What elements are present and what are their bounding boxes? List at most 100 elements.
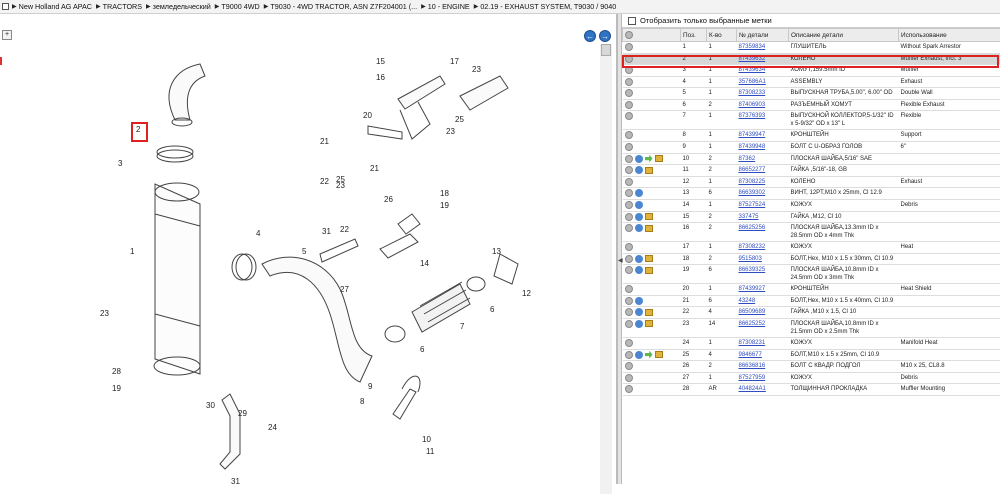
box-icon[interactable] bbox=[655, 155, 663, 162]
callout-label[interactable]: 18 bbox=[440, 189, 449, 198]
callout-label[interactable]: 16 bbox=[376, 73, 385, 82]
callout-label[interactable]: 19 bbox=[440, 201, 449, 210]
back-arrow-icon[interactable]: ← bbox=[584, 30, 596, 42]
globe-icon[interactable] bbox=[635, 224, 643, 232]
callout-label[interactable]: 6 bbox=[420, 345, 425, 354]
callout-label[interactable]: 15 bbox=[376, 57, 385, 66]
globe-icon[interactable] bbox=[635, 213, 643, 221]
part-number-link[interactable]: 86639302 bbox=[737, 188, 789, 200]
info-icon[interactable] bbox=[625, 374, 633, 382]
box-icon[interactable] bbox=[645, 225, 653, 232]
callout-label[interactable]: 2 bbox=[136, 125, 141, 134]
column-header[interactable]: К-во bbox=[707, 29, 737, 42]
table-row[interactable]: 13686639302ВИНТ, 12PT,M10 x 25mm, Cl 12.… bbox=[623, 188, 1000, 200]
part-number-link[interactable]: 9515803 bbox=[737, 253, 789, 265]
table-row[interactable]: 9187439948БОЛТ С U-ОБРАЗ ГОЛОВ6" bbox=[623, 142, 1000, 154]
breadcrumb-item[interactable]: ▶T9000 4WD bbox=[215, 2, 260, 11]
info-icon[interactable] bbox=[625, 143, 633, 151]
part-number-link[interactable]: 87308232 bbox=[737, 242, 789, 254]
part-number-link[interactable]: 87439632 bbox=[737, 53, 789, 65]
callout-label[interactable]: 8 bbox=[360, 397, 365, 406]
globe-icon[interactable] bbox=[635, 201, 643, 209]
part-number-link[interactable]: 87362 bbox=[737, 153, 789, 165]
part-number-link[interactable]: 337475 bbox=[737, 211, 789, 223]
table-row[interactable]: 26286636816БОЛТ С КВАДР. ПОДГОЛM10 x 25,… bbox=[623, 361, 1000, 373]
table-row[interactable]: 19686639325ПЛОСКАЯ ШАЙБА,10.8mm ID x 24.… bbox=[623, 265, 1000, 284]
part-number-link[interactable]: 87308231 bbox=[737, 337, 789, 349]
info-icon[interactable] bbox=[625, 285, 633, 293]
callout-label[interactable]: 25 bbox=[455, 115, 464, 124]
box-icon[interactable] bbox=[645, 255, 653, 262]
callout-label[interactable]: 17 bbox=[450, 57, 459, 66]
column-header[interactable]: Поз. bbox=[681, 29, 707, 42]
callout-label[interactable]: 29 bbox=[238, 409, 247, 418]
globe-icon[interactable] bbox=[635, 255, 643, 263]
callout-label[interactable]: 20 bbox=[363, 111, 372, 120]
info-icon[interactable] bbox=[625, 55, 633, 63]
info-icon[interactable] bbox=[625, 112, 633, 120]
table-row[interactable]: 11286652277ГАЙКА ,5/16"-18, GB bbox=[623, 165, 1000, 177]
info-icon[interactable] bbox=[625, 255, 633, 263]
part-number-link[interactable]: 87308233 bbox=[737, 88, 789, 100]
info-icon[interactable] bbox=[625, 339, 633, 347]
info-icon[interactable] bbox=[625, 155, 633, 163]
table-row[interactable]: 1187359834ГЛУШИТЕЛЬWithout Spark Arresto… bbox=[623, 42, 1000, 54]
globe-icon[interactable] bbox=[635, 297, 643, 305]
part-number-link[interactable]: 87406903 bbox=[737, 99, 789, 111]
breadcrumb-item[interactable]: ▶10 - ENGINE bbox=[421, 2, 470, 11]
callout-label[interactable]: 1 bbox=[130, 247, 135, 256]
table-row[interactable]: 5187308233ВЫПУСКНАЯ ТРУБА,5.00", 6.00" O… bbox=[623, 88, 1000, 100]
expand-icon[interactable] bbox=[2, 3, 9, 10]
callout-label[interactable]: 23 bbox=[100, 309, 109, 318]
callout-label[interactable]: 7 bbox=[460, 322, 465, 331]
table-row[interactable]: 41357686A1ASSEMBLYExhaust bbox=[623, 76, 1000, 88]
table-row[interactable]: 7187376393ВЫПУСКНОЙ КОЛЛЕКТОР,5-1/32" ID… bbox=[623, 111, 1000, 130]
part-number-link[interactable]: 87439634 bbox=[737, 65, 789, 77]
globe-icon[interactable] bbox=[635, 166, 643, 174]
table-row[interactable]: 2549846677БОЛТ,M10 x 1.5 x 25mm, Cl 10.9 bbox=[623, 349, 1000, 361]
info-icon[interactable] bbox=[625, 178, 633, 186]
info-icon[interactable] bbox=[625, 243, 633, 251]
info-icon[interactable] bbox=[625, 362, 633, 370]
info-icon[interactable] bbox=[625, 320, 633, 328]
part-number-link[interactable]: 86652277 bbox=[737, 165, 789, 177]
info-icon[interactable] bbox=[625, 43, 633, 51]
breadcrumb-item[interactable]: ▶02.19 - EXHAUST SYSTEM, T9030 / 9040 bbox=[474, 2, 617, 11]
part-number-link[interactable]: 86636816 bbox=[737, 361, 789, 373]
info-icon[interactable] bbox=[625, 297, 633, 305]
callout-label[interactable]: 31 bbox=[322, 227, 331, 236]
callout-label[interactable]: 26 bbox=[384, 195, 393, 204]
callout-label[interactable]: 31 bbox=[231, 477, 240, 484]
arrow-icon[interactable] bbox=[645, 351, 653, 359]
callout-label[interactable]: 13 bbox=[492, 247, 501, 256]
box-icon[interactable] bbox=[645, 320, 653, 327]
part-number-link[interactable]: 86509689 bbox=[737, 307, 789, 319]
column-header[interactable]: № детали bbox=[737, 29, 789, 42]
info-icon[interactable] bbox=[625, 385, 633, 393]
part-number-link[interactable]: 86625256 bbox=[737, 223, 789, 242]
part-number-link[interactable]: 87308225 bbox=[737, 176, 789, 188]
callout-label[interactable]: 21 bbox=[320, 137, 329, 146]
table-row[interactable]: 2187439632КОЛЕНОMuffler Exhaust, Incl. 3 bbox=[623, 53, 1000, 65]
info-icon[interactable] bbox=[625, 89, 633, 97]
callout-label[interactable]: 10 bbox=[422, 435, 431, 444]
part-number-link[interactable]: 87527959 bbox=[737, 372, 789, 384]
arrow-icon[interactable] bbox=[645, 155, 653, 163]
table-row[interactable]: 20187439927КРОНШТЕЙНHeat Shield bbox=[623, 284, 1000, 296]
breadcrumb-item[interactable]: ▶T9030 - 4WD TRACTOR, ASN Z7F204001 (... bbox=[264, 2, 417, 11]
breadcrumb-item[interactable]: ▶New Holland AG APAC bbox=[12, 2, 92, 11]
info-icon[interactable] bbox=[625, 266, 633, 274]
breadcrumb-item[interactable]: ▶TRACTORS bbox=[96, 2, 142, 11]
callout-label[interactable]: 24 bbox=[268, 423, 277, 432]
globe-icon[interactable] bbox=[635, 308, 643, 316]
part-number-link[interactable]: 9846677 bbox=[737, 349, 789, 361]
forward-arrow-icon[interactable]: → bbox=[599, 30, 611, 42]
box-icon[interactable] bbox=[645, 167, 653, 174]
header-options-icon[interactable] bbox=[625, 31, 633, 39]
callout-label[interactable]: 25 bbox=[336, 175, 345, 184]
callout-label[interactable]: 22 bbox=[340, 225, 349, 234]
info-icon[interactable] bbox=[625, 213, 633, 221]
part-number-link[interactable]: 87439948 bbox=[737, 142, 789, 154]
table-row[interactable]: 3187439634ХОМУТ,159.5mm IDMuffler bbox=[623, 65, 1000, 77]
table-row[interactable]: 12187308225КОЛЕНОExhaust bbox=[623, 176, 1000, 188]
